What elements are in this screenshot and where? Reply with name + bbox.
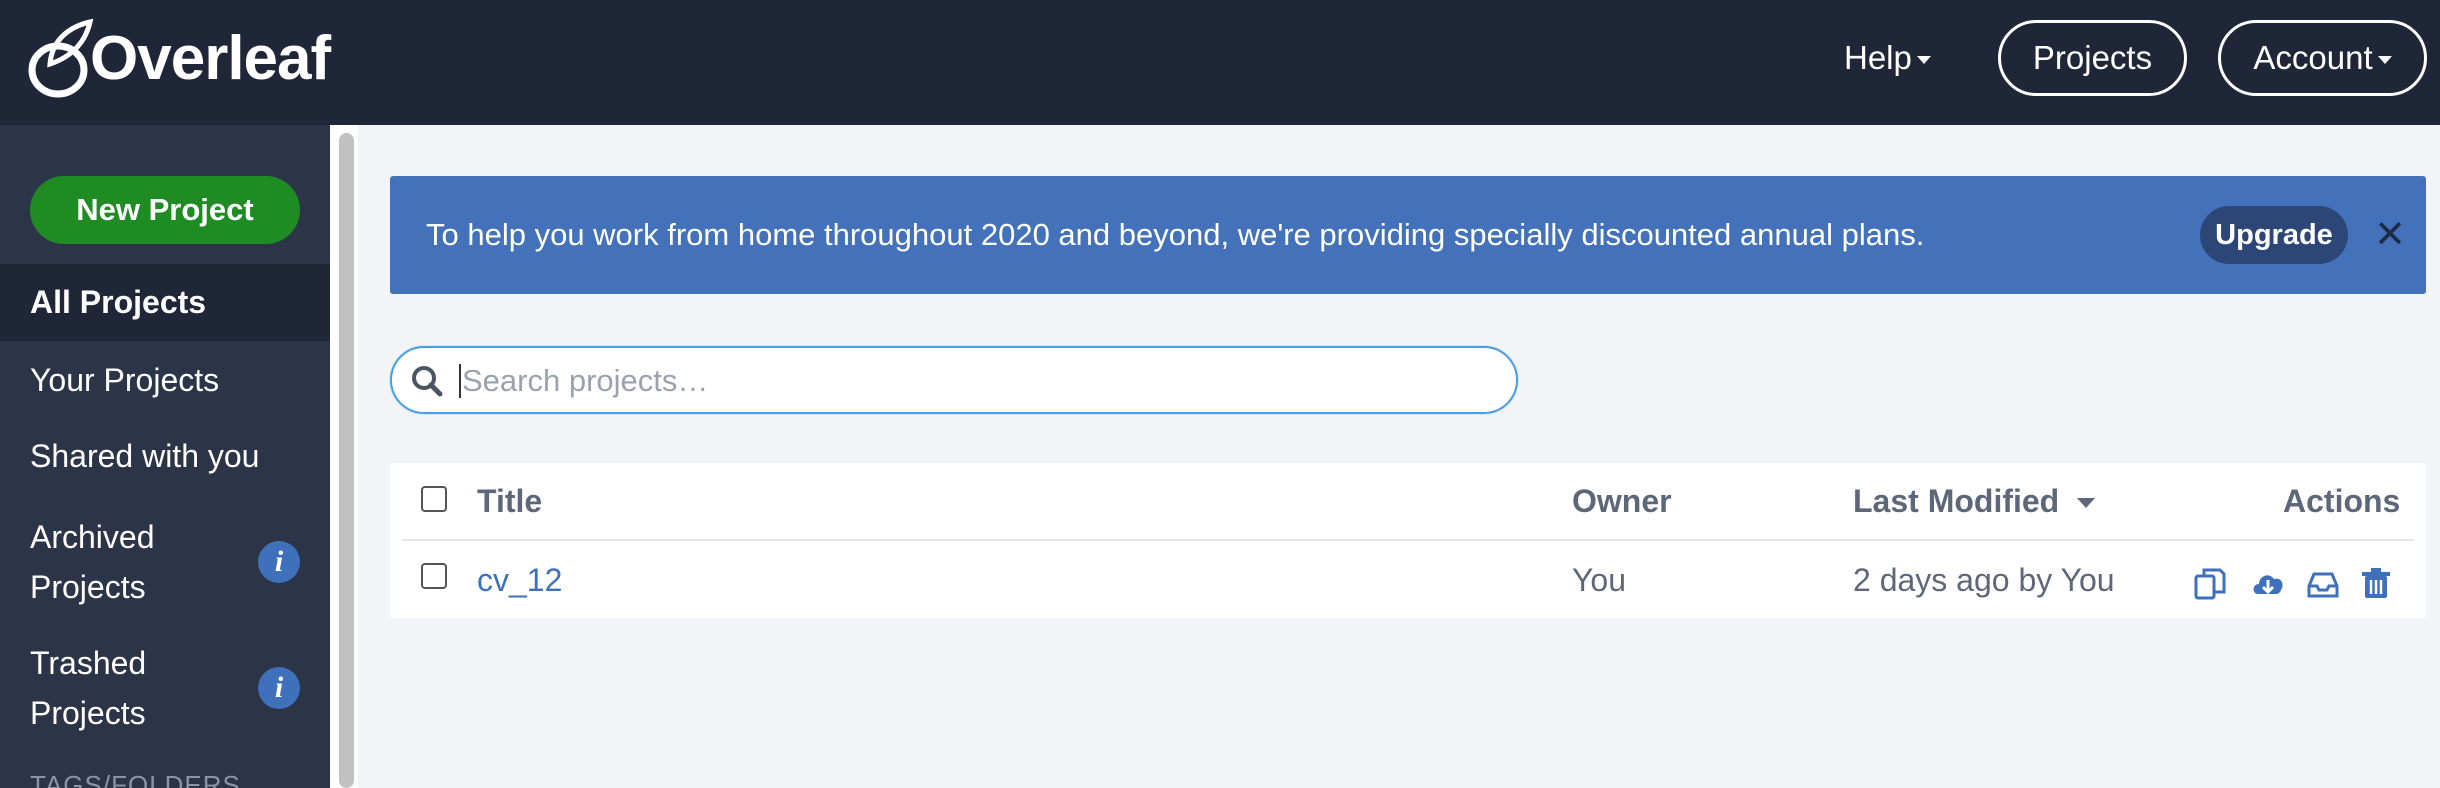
header-divider	[402, 539, 2414, 541]
help-label: Help	[1844, 39, 1912, 76]
chevron-down-icon	[1916, 56, 1931, 64]
project-owner: You	[1572, 562, 1626, 598]
banner-text: To help you work from home throughout 20…	[426, 217, 1925, 252]
projects-table: Title Owner Last Modified Actions cv_12 …	[390, 463, 2426, 618]
upgrade-button[interactable]: Upgrade	[2200, 206, 2348, 264]
copy-icon[interactable]	[2192, 566, 2228, 602]
top-navbar: Overleaf Help Projects Account	[0, 0, 2440, 125]
column-header-actions: Actions	[2283, 482, 2401, 519]
column-header-last-modified[interactable]: Last Modified	[1853, 463, 2096, 539]
chevron-down-icon	[2377, 56, 2392, 64]
tags-folders-heading: TAGS/FOLDERS	[30, 770, 241, 788]
sidebar-item-shared-with-you[interactable]: Shared with you	[0, 418, 330, 494]
sidebar-item-all-projects[interactable]: All Projects	[0, 264, 330, 341]
column-header-owner[interactable]: Owner	[1572, 463, 1672, 539]
select-all-checkbox[interactable]	[421, 486, 447, 512]
help-menu[interactable]: Help	[1844, 33, 1931, 83]
account-menu[interactable]: Account	[2218, 20, 2427, 96]
promo-banner: To help you work from home throughout 20…	[390, 176, 2426, 294]
account-label: Account	[2253, 39, 2373, 76]
logo-text: Overleaf	[90, 23, 331, 93]
sidebar-item-your-projects[interactable]: Your Projects	[0, 342, 330, 418]
text-cursor	[459, 364, 461, 398]
overleaf-logo[interactable]: Overleaf	[28, 18, 331, 98]
sidebar-item-label: All Projects	[30, 284, 207, 320]
sort-descending-icon	[2077, 498, 2096, 508]
trash-icon[interactable]	[2358, 566, 2394, 602]
info-icon[interactable]: i	[258, 667, 300, 709]
archive-icon[interactable]	[2305, 566, 2341, 602]
column-header-label: Last Modified	[1853, 482, 2060, 519]
search-box[interactable]	[390, 346, 1518, 414]
projects-button[interactable]: Projects	[1998, 20, 2187, 96]
info-icon[interactable]: i	[258, 541, 300, 583]
sidebar-item-label: Shared with you	[30, 437, 260, 474]
search-icon	[412, 366, 443, 397]
project-last-modified: 2 days ago by You	[1853, 562, 2115, 598]
leaf-logo-icon	[28, 18, 94, 98]
close-icon[interactable]: ✕	[2370, 214, 2410, 256]
sidebar-scrollbar-thumb[interactable]	[339, 133, 354, 788]
sidebar-item-label: Trashed Projects	[30, 645, 147, 731]
sidebar-item-trashed-projects[interactable]: Trashed Projects i	[0, 633, 330, 743]
row-checkbox[interactable]	[421, 563, 447, 589]
download-icon[interactable]	[2250, 566, 2286, 602]
sidebar-item-label: Your Projects	[30, 361, 220, 398]
column-header-title[interactable]: Title	[477, 463, 542, 539]
project-title-link[interactable]: cv_12	[477, 543, 562, 618]
new-project-button[interactable]: New Project	[30, 176, 300, 244]
search-input[interactable]	[462, 358, 1482, 404]
sidebar-item-archived-projects[interactable]: Archived Projects i	[0, 507, 330, 617]
sidebar-item-label: Archived Projects	[30, 519, 155, 605]
